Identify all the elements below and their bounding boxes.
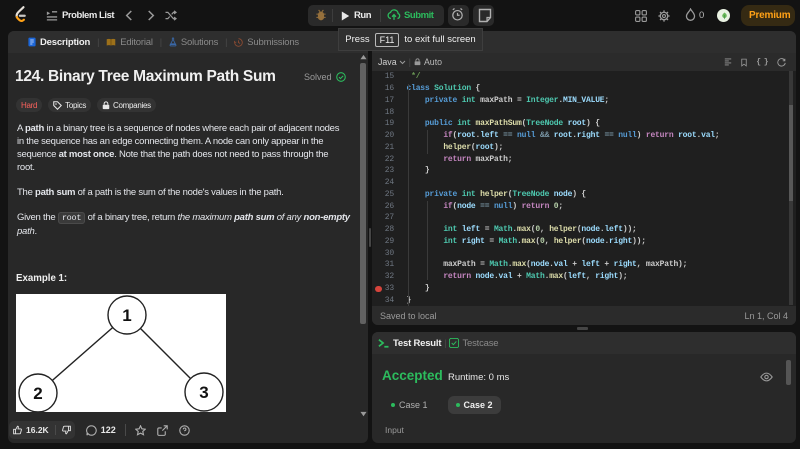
svg-text:3: 3 [199,383,208,402]
svg-text:2: 2 [33,384,42,403]
svg-text:1: 1 [122,306,131,325]
